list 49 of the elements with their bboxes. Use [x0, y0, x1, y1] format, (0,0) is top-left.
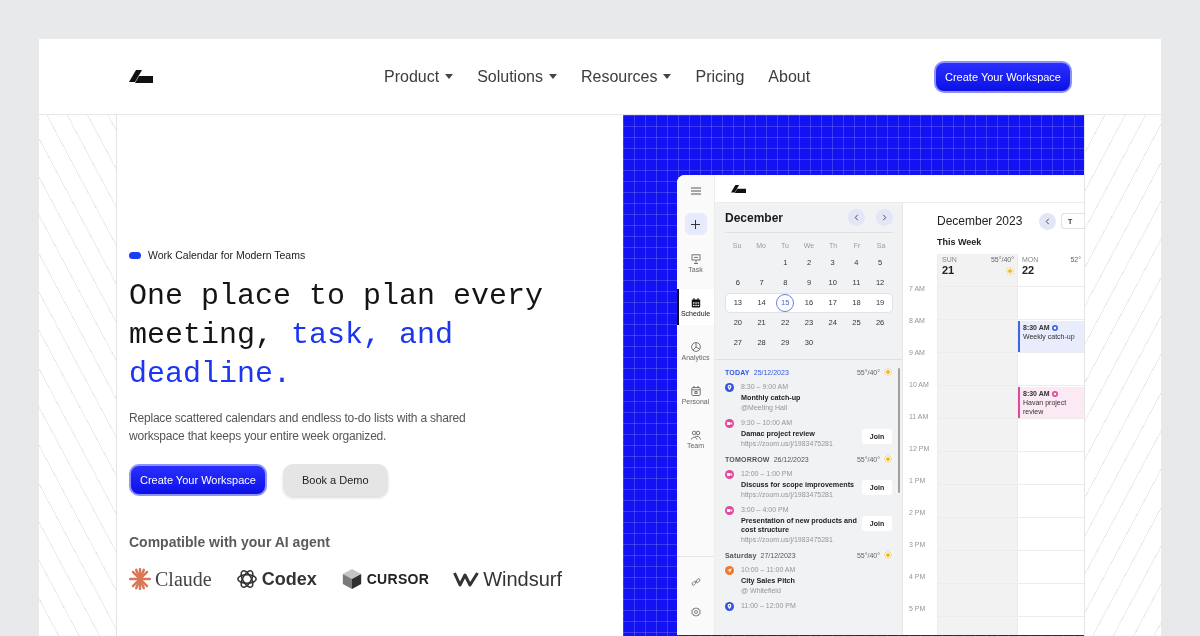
presentation-board-icon [690, 253, 701, 264]
hero-heading: One place to plan every meeting, task, and deadline. [129, 278, 545, 393]
previous-month-button[interactable] [848, 209, 865, 226]
hero-description: Replace scattered calendars and endless to-do lists with a shared workspace that keeps your entire week organized. [129, 410, 467, 445]
chevron-left-icon [1045, 217, 1050, 225]
caret-icon [445, 74, 454, 79]
week-subtitle: This Week [936, 236, 983, 248]
week-title: December 2023 [937, 214, 1023, 228]
nav-link[interactable]: Solutions [477, 67, 557, 86]
plus-icon [691, 219, 700, 229]
secondary-button[interactable]: Book a Demo [283, 464, 388, 496]
caret-icon [663, 74, 672, 79]
cube-icon [340, 568, 363, 590]
asterisk-icon [129, 568, 151, 590]
chevron-left-icon [854, 214, 859, 221]
month-title: December [725, 210, 784, 225]
agent-logo-text: Claude [155, 567, 212, 591]
logo-icon[interactable] [731, 183, 746, 194]
nav-link[interactable]: Product [384, 67, 454, 86]
day-number: 21 [942, 264, 956, 277]
link-icon[interactable] [690, 577, 701, 587]
add-button[interactable] [684, 213, 707, 235]
scrollbar-thumb[interactable] [898, 368, 900, 493]
pill-icon [129, 251, 141, 259]
chevron-right-icon [882, 214, 887, 221]
nav-link[interactable]: Resources [580, 67, 672, 86]
calendar-icon [690, 385, 701, 396]
caret-icon [548, 74, 557, 79]
primary-button[interactable]: Create Your Workspace [934, 60, 1072, 93]
calendar-icon [690, 297, 701, 308]
primary-button[interactable]: Create Your Workspace [129, 464, 267, 496]
agent-logo-text: Codex [261, 568, 317, 590]
nav-link[interactable]: About [768, 67, 811, 86]
sun-icon [1006, 267, 1014, 275]
settings-icon[interactable] [690, 607, 701, 617]
nav-link[interactable]: Pricing [695, 67, 745, 86]
people-icon [690, 429, 701, 440]
compatibility-heading: Compatible with your AI agent [129, 533, 330, 551]
previous-week-button[interactable] [1039, 212, 1056, 230]
menu-icon[interactable] [690, 187, 701, 195]
agent-logo-text: Windsurf [483, 567, 563, 591]
tag-label: Work Calendar for Modern Teams [148, 249, 306, 261]
zigzag-icon [453, 571, 480, 587]
logo-icon[interactable] [129, 69, 153, 84]
pie-chart-icon [690, 341, 701, 352]
next-month-button[interactable] [876, 209, 893, 226]
atom-icon [235, 568, 258, 590]
day-number: 22 [1022, 264, 1036, 277]
agent-logo-text: CURSOR [366, 571, 430, 587]
